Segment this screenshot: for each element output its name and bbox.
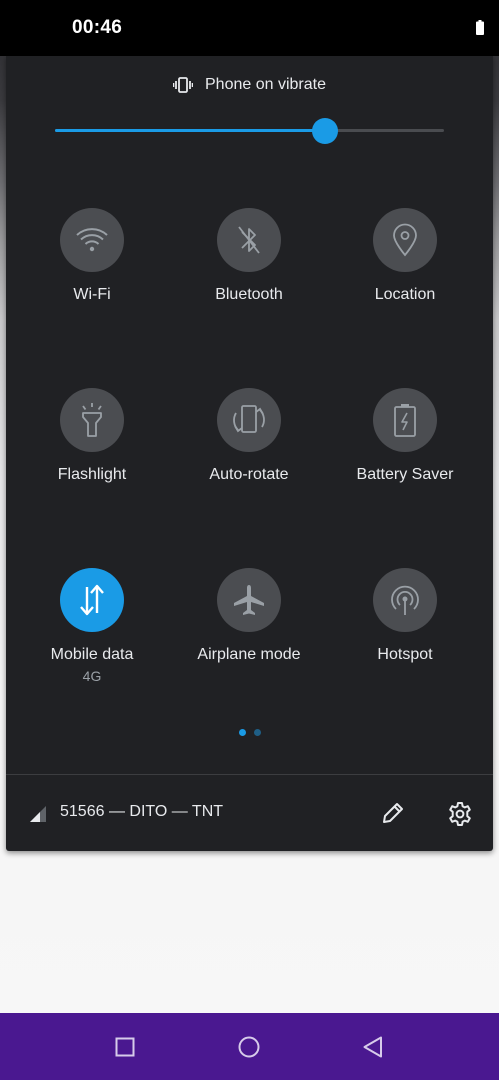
page-dot [254, 729, 261, 736]
tile-label: Auto-rotate [209, 466, 289, 483]
auto-rotate-icon [233, 405, 265, 433]
tile-hotspot[interactable]: Hotspot [330, 568, 480, 664]
flashlight-icon [82, 403, 102, 437]
recents-icon[interactable] [113, 1035, 137, 1059]
slider-thumb[interactable] [312, 118, 338, 144]
battery-icon [476, 20, 484, 35]
tile-auto-rotate-button[interactable] [217, 388, 281, 452]
settings-gear-icon[interactable] [446, 800, 474, 828]
vibrate-icon [173, 77, 193, 93]
tile-label: Hotspot [377, 646, 433, 663]
ringer-mode-row[interactable]: Phone on vibrate [6, 74, 493, 96]
tile-label: Location [374, 286, 436, 303]
tile-hotspot-button[interactable] [373, 568, 437, 632]
tile-label: Airplane mode [197, 646, 301, 663]
tile-flashlight[interactable]: Flashlight [17, 388, 167, 484]
tile-location-button[interactable] [373, 208, 437, 272]
tile-label: Battery Saver [356, 466, 454, 483]
tile-battery-saver[interactable]: Battery Saver [330, 388, 480, 484]
quick-settings-panel: Phone on vibrate Wi-Fi Bluetooth Locatio… [6, 56, 493, 851]
battery-saver-icon [394, 404, 416, 437]
tile-airplane-mode[interactable]: Airplane mode [174, 568, 324, 664]
page-indicator [239, 729, 261, 737]
tile-flashlight-button[interactable] [60, 388, 124, 452]
tile-wifi[interactable]: Wi-Fi [17, 208, 167, 304]
status-time: 00:46 [72, 17, 123, 38]
signal-icon [30, 806, 46, 822]
tile-label: Wi-Fi [73, 286, 111, 303]
home-icon[interactable] [237, 1035, 261, 1059]
mobile-data-icon [80, 584, 104, 616]
tile-battery-saver-button[interactable] [373, 388, 437, 452]
page-dot-active [239, 729, 246, 736]
tile-label: Bluetooth [215, 286, 283, 303]
footer-divider [6, 774, 493, 775]
slider-fill [55, 129, 325, 132]
navigation-bar [0, 1013, 499, 1080]
tile-wifi-button[interactable] [60, 208, 124, 272]
tile-label: Mobile data [50, 646, 134, 663]
carrier-info: 51566 — DITO — TNT [60, 803, 224, 820]
tile-airplane-mode-button[interactable] [217, 568, 281, 632]
location-icon [393, 223, 417, 257]
volume-slider[interactable] [55, 118, 444, 144]
tile-auto-rotate[interactable]: Auto-rotate [174, 388, 324, 484]
tile-location[interactable]: Location [330, 208, 480, 304]
tile-sublabel: 4G [82, 668, 102, 684]
tile-bluetooth[interactable]: Bluetooth [174, 208, 324, 304]
edit-icon[interactable] [380, 800, 406, 826]
tile-bluetooth-button[interactable] [217, 208, 281, 272]
back-icon[interactable] [361, 1035, 385, 1059]
bluetooth-icon [238, 226, 260, 254]
status-bar: 00:46 [0, 0, 499, 56]
tile-mobile-data-button[interactable] [60, 568, 124, 632]
ringer-mode-label: Phone on vibrate [205, 76, 326, 93]
airplane-icon [234, 585, 264, 615]
wifi-icon [76, 228, 108, 252]
tile-label: Flashlight [57, 466, 127, 483]
tile-mobile-data[interactable]: Mobile data 4G [17, 568, 167, 684]
hotspot-icon [391, 585, 419, 615]
